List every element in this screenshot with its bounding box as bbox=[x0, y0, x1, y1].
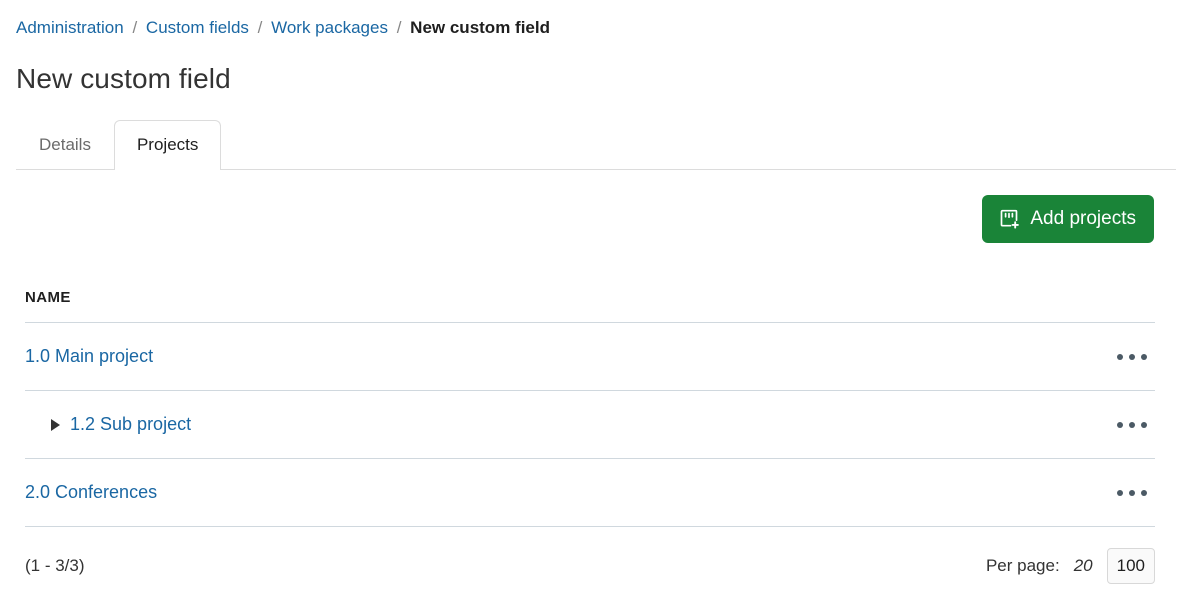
more-dot bbox=[1117, 353, 1123, 360]
add-projects-button-label: Add projects bbox=[1030, 208, 1136, 229]
project-name-wrapper: 1.0 Main project bbox=[25, 346, 590, 367]
cell-project-name: 1.2 Sub project bbox=[25, 390, 590, 459]
add-projects-button[interactable]: Add projects bbox=[982, 195, 1154, 243]
breadcrumb-item-custom-fields[interactable]: Custom fields bbox=[146, 18, 249, 37]
tab-details-label: Details bbox=[39, 135, 91, 154]
per-page-option-20[interactable]: 20 bbox=[1070, 554, 1097, 578]
project-name-wrapper: 1.2 Sub project bbox=[25, 414, 590, 435]
project-link[interactable]: 1.2 Sub project bbox=[70, 414, 191, 435]
page-title: New custom field bbox=[16, 63, 231, 94]
cell-row-actions bbox=[590, 322, 1155, 391]
more-dot bbox=[1129, 421, 1135, 428]
chevron-right-icon[interactable] bbox=[49, 418, 63, 432]
cell-row-actions bbox=[590, 458, 1155, 527]
column-header-actions bbox=[590, 275, 1155, 323]
pagination-range: (1 - 3/3) bbox=[25, 556, 85, 575]
breadcrumb-item-administration[interactable]: Administration bbox=[16, 18, 124, 37]
more-dot bbox=[1129, 489, 1135, 496]
tab-bar: Details Projects bbox=[16, 116, 1176, 172]
projects-table-head: NAME bbox=[25, 275, 1155, 323]
more-horizontal-icon[interactable] bbox=[1109, 479, 1155, 507]
toolbar: Add projects bbox=[982, 195, 1154, 243]
table-row: 1.0 Main project bbox=[25, 322, 1155, 391]
table-row: 2.0 Conferences bbox=[25, 458, 1155, 527]
breadcrumb-separator: / bbox=[396, 18, 402, 37]
breadcrumb-separator: / bbox=[257, 18, 263, 37]
projects-table: NAME 1.0 Main project 1.2 Sub project 2.… bbox=[25, 275, 1155, 527]
more-dot bbox=[1129, 353, 1135, 360]
projects-table-body: 1.0 Main project 1.2 Sub project 2.0 Con… bbox=[25, 322, 1155, 527]
cell-project-name: 1.0 Main project bbox=[25, 322, 590, 391]
per-page-controls: Per page: 20 100 bbox=[986, 548, 1155, 584]
more-dot bbox=[1117, 421, 1123, 428]
projects-table-container: NAME 1.0 Main project 1.2 Sub project 2.… bbox=[25, 275, 1155, 527]
breadcrumb: Administration / Custom fields / Work pa… bbox=[16, 16, 550, 40]
tab-projects[interactable]: Projects bbox=[113, 120, 222, 171]
table-header-row: NAME bbox=[25, 275, 1155, 323]
more-dot bbox=[1141, 421, 1147, 428]
project-link[interactable]: 1.0 Main project bbox=[25, 346, 153, 367]
project-link[interactable]: 2.0 Conferences bbox=[25, 482, 157, 503]
more-dot bbox=[1117, 489, 1123, 496]
more-dot bbox=[1141, 489, 1147, 496]
column-header-name: NAME bbox=[25, 275, 590, 323]
more-horizontal-icon[interactable] bbox=[1109, 411, 1155, 439]
more-dot bbox=[1141, 353, 1147, 360]
breadcrumb-separator: / bbox=[132, 18, 138, 37]
pagination: (1 - 3/3) Per page: 20 100 bbox=[25, 548, 1155, 584]
more-horizontal-icon[interactable] bbox=[1109, 343, 1155, 371]
breadcrumb-item-work-packages[interactable]: Work packages bbox=[271, 18, 388, 37]
tab-details[interactable]: Details bbox=[16, 120, 114, 170]
breadcrumb-item-current: New custom field bbox=[410, 18, 550, 37]
cell-project-name: 2.0 Conferences bbox=[25, 458, 590, 527]
per-page-option-100[interactable]: 100 bbox=[1106, 548, 1155, 584]
per-page-label: Per page: bbox=[985, 556, 1060, 575]
tab-projects-label: Projects bbox=[136, 135, 199, 154]
project-name-wrapper: 2.0 Conferences bbox=[25, 482, 590, 503]
admin-custom-field-projects-page: Administration / Custom fields / Work pa… bbox=[0, 0, 1191, 606]
cell-row-actions bbox=[590, 390, 1155, 459]
table-row: 1.2 Sub project bbox=[25, 390, 1155, 459]
add-project-icon bbox=[997, 207, 1021, 231]
